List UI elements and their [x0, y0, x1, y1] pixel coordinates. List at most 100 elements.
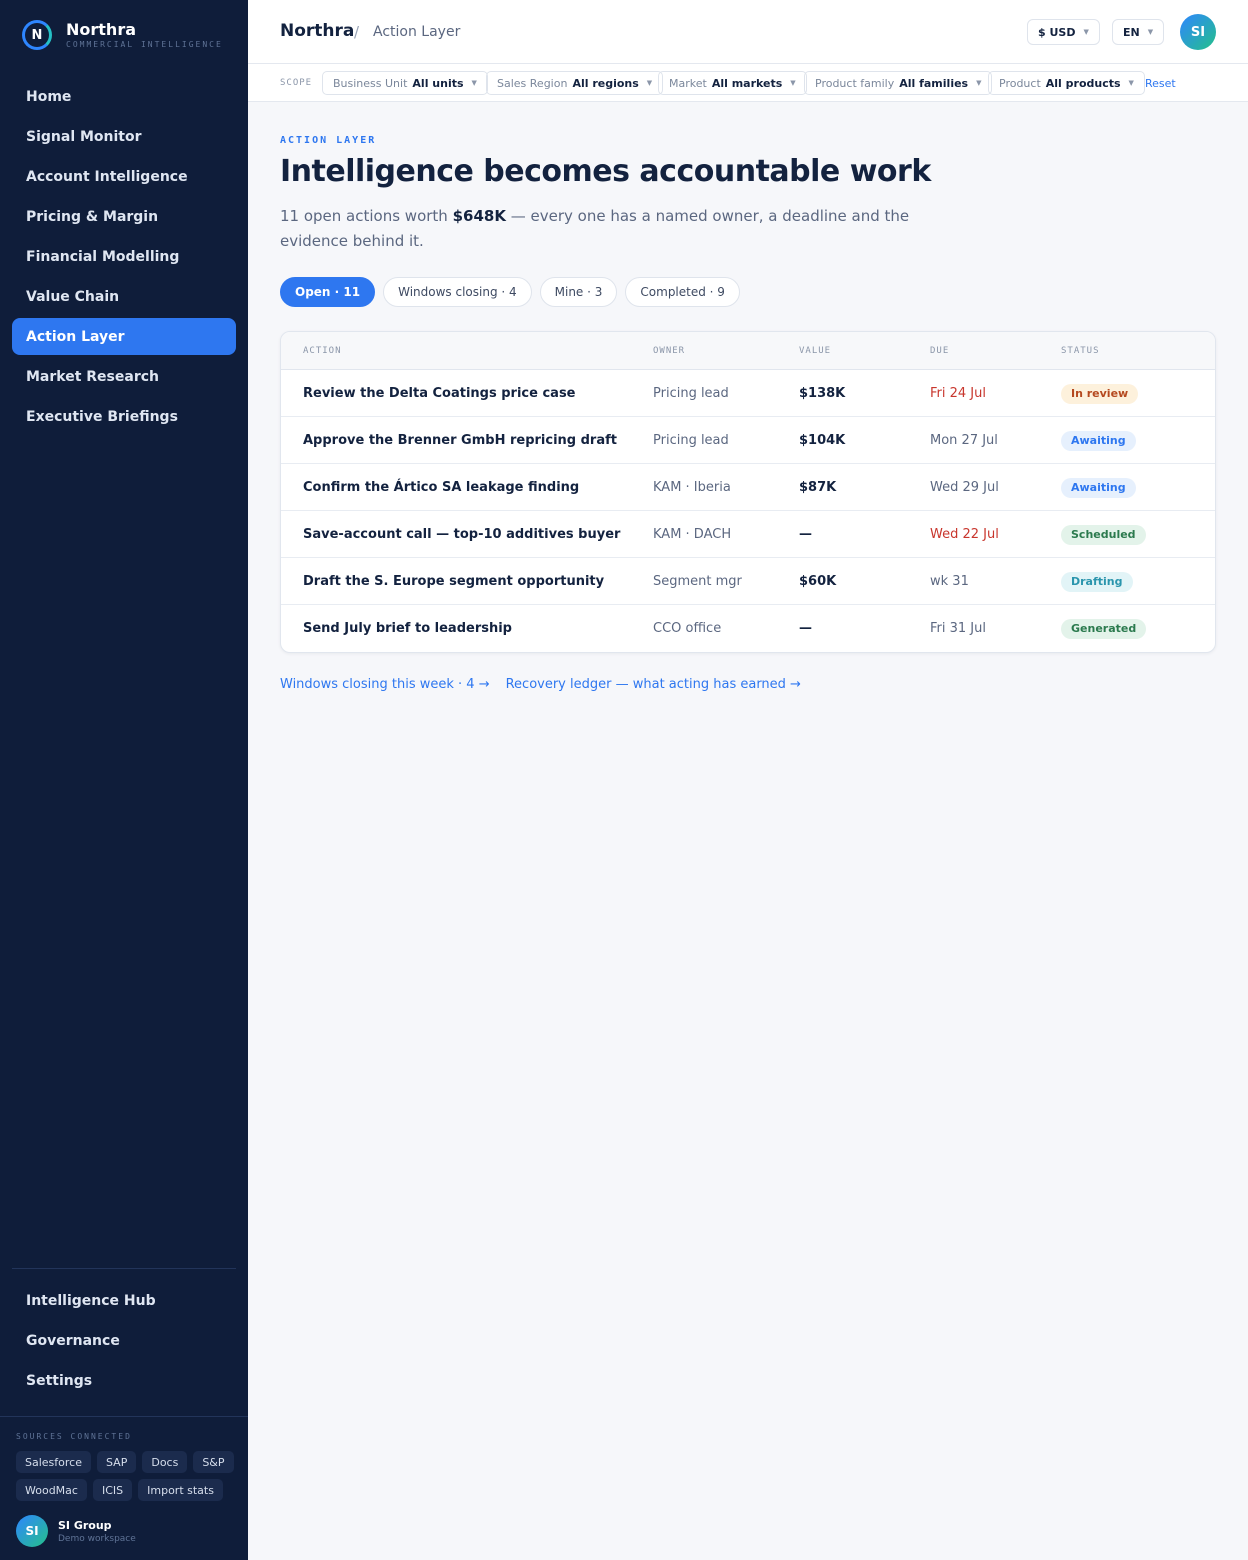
status-badge: Awaiting: [1061, 430, 1136, 451]
table-row[interactable]: Confirm the Ártico SA leakage finding KA…: [281, 464, 1215, 511]
status-badge: Generated: [1061, 618, 1147, 639]
nav-divider: [12, 1268, 236, 1269]
section-eyebrow: ACTION LAYER: [280, 135, 377, 146]
language-value: EN: [1123, 25, 1140, 39]
sidebar-item-intelligence-hub[interactable]: Intelligence Hub: [12, 1282, 236, 1319]
brand-name: Northra: [66, 20, 136, 39]
workspace-avatar: SI: [16, 1515, 48, 1547]
column-header-status[interactable]: STATUS: [1061, 346, 1100, 356]
chevron-down-icon: ▼: [471, 79, 477, 87]
action-value: $138K: [799, 386, 846, 401]
source-chip-sp[interactable]: S&P: [193, 1451, 234, 1473]
breadcrumb-app[interactable]: Northra: [280, 21, 354, 41]
currency-select[interactable]: $ USD ▼: [1027, 19, 1100, 45]
column-header-due[interactable]: DUE: [930, 346, 949, 356]
lede-prefix: 11 open actions worth: [280, 207, 453, 225]
action-owner: CCO office: [653, 621, 722, 636]
language-select[interactable]: EN ▼: [1112, 19, 1165, 45]
lede-amount: $648K: [452, 207, 506, 225]
table-header: ACTION OWNER VALUE DUE STATUS: [281, 332, 1215, 370]
chevron-down-icon: ▼: [1083, 28, 1089, 36]
action-title[interactable]: Approve the Brenner GmbH repricing draft: [303, 417, 617, 464]
table-row[interactable]: Send July brief to leadership CCO office…: [281, 605, 1215, 652]
page-lede: 11 open actions worth $648K — every one …: [280, 204, 930, 254]
status-badge: In review: [1061, 383, 1139, 404]
sources-panel: SOURCES CONNECTED Salesforce SAP Docs S&…: [0, 1416, 248, 1560]
sidebar-item-settings[interactable]: Settings: [12, 1362, 236, 1399]
filter-value: All regions: [572, 76, 639, 90]
source-chip-icis[interactable]: ICIS: [92, 1479, 133, 1501]
sidebar-item-governance[interactable]: Governance: [12, 1322, 236, 1359]
filter-market[interactable]: Market All markets ▼: [658, 71, 807, 95]
primary-nav: Home Signal Monitor Account Intelligence…: [12, 78, 236, 438]
source-chip-sap[interactable]: SAP: [96, 1451, 137, 1473]
sidebar-item-executive-briefings[interactable]: Executive Briefings: [12, 398, 236, 435]
action-due: Fri 31 Jul: [930, 621, 986, 636]
status-cell: In review: [1061, 370, 1139, 417]
action-title[interactable]: Review the Delta Coatings price case: [303, 370, 576, 417]
action-title[interactable]: Save-account call — top-10 additives buy…: [303, 511, 620, 558]
tab-windows-closing[interactable]: Windows closing · 4: [383, 277, 532, 307]
filter-product[interactable]: Product All products ▼: [988, 71, 1145, 95]
action-due: wk 31: [930, 574, 969, 589]
reset-filters-link[interactable]: Reset: [1145, 77, 1176, 90]
chevron-down-icon: ▼: [646, 79, 653, 87]
action-owner: KAM · DACH: [653, 527, 732, 542]
status-badge: Awaiting: [1061, 477, 1136, 498]
sidebar-item-home[interactable]: Home: [12, 78, 236, 115]
tab-open[interactable]: Open · 11: [280, 277, 376, 307]
sidebar-item-market-research[interactable]: Market Research: [12, 358, 236, 395]
table-row[interactable]: Save-account call — top-10 additives buy…: [281, 511, 1215, 558]
column-header-action[interactable]: ACTION: [303, 346, 342, 356]
sidebar-item-action-layer[interactable]: Action Layer: [12, 318, 236, 355]
source-chips: Salesforce SAP Docs S&P WoodMac ICIS Imp…: [16, 1451, 236, 1501]
brand[interactable]: N Northra COMMERCIAL INTELLIGENCE: [22, 20, 223, 50]
sidebar: N Northra COMMERCIAL INTELLIGENCE Home S…: [0, 0, 248, 1560]
filter-product-family[interactable]: Product family All families ▼: [804, 71, 993, 95]
windows-closing-link[interactable]: Windows closing this week · 4 →: [280, 677, 490, 692]
action-value: $87K: [799, 480, 837, 495]
action-filter-tabs: Open · 11 Windows closing · 4 Mine · 3 C…: [280, 277, 740, 307]
sidebar-item-pricing-margin[interactable]: Pricing & Margin: [12, 198, 236, 235]
table-row[interactable]: Review the Delta Coatings price case Pri…: [281, 370, 1215, 417]
table-row[interactable]: Approve the Brenner GmbH repricing draft…: [281, 417, 1215, 464]
sidebar-item-account-intelligence[interactable]: Account Intelligence: [12, 158, 236, 195]
column-header-owner[interactable]: OWNER: [653, 346, 685, 356]
action-title[interactable]: Send July brief to leadership: [303, 605, 512, 652]
filter-label: Market: [669, 76, 707, 90]
status-cell: Generated: [1061, 605, 1147, 652]
action-owner: Pricing lead: [653, 386, 729, 401]
action-title[interactable]: Draft the S. Europe segment opportunity: [303, 558, 604, 605]
recovery-ledger-link[interactable]: Recovery ledger — what acting has earned…: [506, 677, 801, 692]
action-owner: KAM · Iberia: [653, 480, 731, 495]
workspace-switcher[interactable]: SI SI Group Demo workspace: [16, 1515, 136, 1547]
sidebar-item-signal-monitor[interactable]: Signal Monitor: [12, 118, 236, 155]
sidebar-item-financial-modelling[interactable]: Financial Modelling: [12, 238, 236, 275]
source-chip-import-stats[interactable]: Import stats: [138, 1479, 223, 1501]
page-title: Intelligence becomes accountable work: [280, 154, 931, 189]
filter-business-unit[interactable]: Business Unit All units ▼: [322, 71, 488, 95]
chevron-down-icon: ▼: [1128, 79, 1134, 87]
sidebar-item-value-chain[interactable]: Value Chain: [12, 278, 236, 315]
source-chip-woodmac[interactable]: WoodMac: [16, 1479, 87, 1501]
filter-value: All units: [412, 76, 464, 90]
source-chip-docs[interactable]: Docs: [142, 1451, 188, 1473]
action-due: Wed 29 Jul: [930, 480, 999, 495]
status-badge: Scheduled: [1061, 524, 1146, 545]
user-avatar[interactable]: SI: [1180, 14, 1216, 50]
workspace-name: SI Group: [58, 1518, 112, 1532]
tab-mine[interactable]: Mine · 3: [539, 277, 618, 307]
source-chip-salesforce[interactable]: Salesforce: [16, 1451, 91, 1473]
action-value: $60K: [799, 574, 837, 589]
filter-sales-region[interactable]: Sales Region All regions ▼: [486, 71, 664, 95]
footer-links: Windows closing this week · 4 → Recovery…: [280, 677, 801, 692]
status-cell: Awaiting: [1061, 417, 1136, 464]
table-row[interactable]: Draft the S. Europe segment opportunity …: [281, 558, 1215, 605]
action-title[interactable]: Confirm the Ártico SA leakage finding: [303, 464, 579, 511]
column-header-value[interactable]: VALUE: [799, 346, 831, 356]
currency-value: $ USD: [1038, 25, 1076, 39]
filter-label: Business Unit: [333, 76, 408, 90]
scope-bar: SCOPE Business Unit All units ▼ Sales Re…: [248, 64, 1248, 102]
tab-completed[interactable]: Completed · 9: [625, 277, 740, 307]
action-due: Fri 24 Jul: [930, 386, 986, 401]
